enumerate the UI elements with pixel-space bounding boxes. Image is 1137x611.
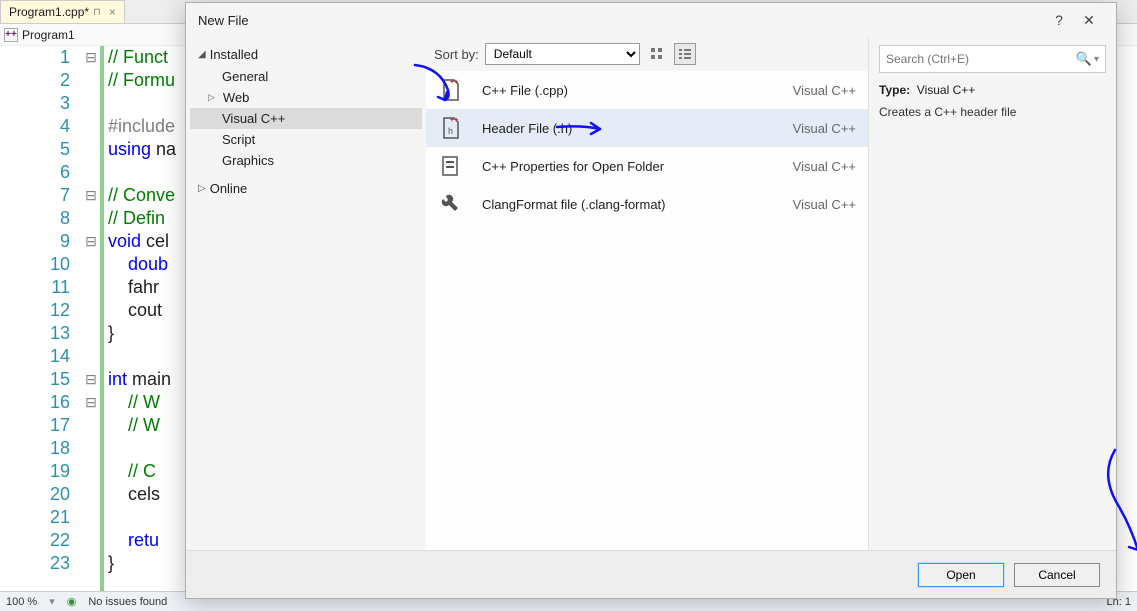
template-row-header-file[interactable]: ++h Header File (.h) Visual C++ xyxy=(426,109,868,147)
template-row-clangformat[interactable]: ClangFormat file (.clang-format) Visual … xyxy=(426,185,868,223)
search-icon[interactable]: 🔍 xyxy=(1076,51,1092,67)
svg-text:h: h xyxy=(448,126,453,136)
file-icon: ++ h xyxy=(438,115,464,141)
cancel-button[interactable]: Cancel xyxy=(1014,563,1100,587)
dialog-titlebar: New File ? ✕ xyxy=(186,3,1116,37)
wrench-icon xyxy=(438,191,464,217)
list-view-icon[interactable] xyxy=(674,43,696,65)
file-tab[interactable]: Program1.cpp* ⊓ × xyxy=(0,0,125,23)
chevron-right-icon: ▷ xyxy=(208,92,215,103)
check-icon: ◉ xyxy=(67,595,77,608)
category-tree: ◢ Installed General ▷Web Visual C++ Scri… xyxy=(186,37,426,550)
chevron-down-icon: ◢ xyxy=(198,49,206,60)
tab-label: Program1.cpp* xyxy=(9,5,89,19)
detail-type: Type: Visual C++ xyxy=(879,83,1106,97)
properties-icon xyxy=(438,153,464,179)
tree-node-installed[interactable]: ◢ Installed xyxy=(190,43,422,66)
template-panel: Sort by: Default ++ C++ File (.cpp) Visu… xyxy=(426,37,868,550)
template-row-cpp-file[interactable]: ++ C++ File (.cpp) Visual C++ xyxy=(426,71,868,109)
tree-item-general[interactable]: General xyxy=(190,66,422,87)
sortby-label: Sort by: xyxy=(434,47,479,62)
open-button[interactable]: Open xyxy=(918,563,1004,587)
help-icon[interactable]: ? xyxy=(1044,12,1074,28)
dialog-title: New File xyxy=(198,13,249,28)
svg-text:++: ++ xyxy=(450,79,458,86)
cpp-icon: ++ xyxy=(4,28,18,42)
close-icon[interactable]: × xyxy=(109,5,116,19)
search-input[interactable] xyxy=(886,52,1076,66)
new-file-dialog: New File ? ✕ ◢ Installed General ▷Web Vi… xyxy=(185,2,1117,599)
line-gutter: 1234567891011121314151617181920212223 xyxy=(0,46,82,591)
template-toolbar: Sort by: Default xyxy=(426,37,868,71)
template-list: ++ C++ File (.cpp) Visual C++ ++h Header… xyxy=(426,71,868,550)
pin-icon[interactable]: ⊓ xyxy=(93,7,101,18)
zoom-level[interactable]: 100 % xyxy=(6,596,37,608)
grid-view-icon[interactable] xyxy=(646,43,668,65)
breadcrumb-label[interactable]: Program1 xyxy=(22,28,75,42)
tree-node-online[interactable]: ▷ Online xyxy=(190,177,422,200)
svg-text:++: ++ xyxy=(450,117,458,124)
search-box[interactable]: 🔍 ▾ xyxy=(879,45,1106,73)
status-issues[interactable]: No issues found xyxy=(88,596,167,608)
tree-item-script[interactable]: Script xyxy=(190,129,422,150)
chevron-right-icon: ▷ xyxy=(198,183,206,194)
tree-item-graphics[interactable]: Graphics xyxy=(190,150,422,171)
tree-item-web[interactable]: ▷Web xyxy=(190,87,422,108)
dialog-close-icon[interactable]: ✕ xyxy=(1074,12,1104,29)
detail-description: Creates a C++ header file xyxy=(879,105,1106,119)
details-panel: 🔍 ▾ Type: Visual C++ Creates a C++ heade… xyxy=(868,37,1116,550)
file-icon: ++ xyxy=(438,77,464,103)
dialog-button-row: Open Cancel xyxy=(186,550,1116,598)
tree-item-visual-cpp[interactable]: Visual C++ xyxy=(190,108,422,129)
template-row-cpp-properties[interactable]: C++ Properties for Open Folder Visual C+… xyxy=(426,147,868,185)
sortby-select[interactable]: Default xyxy=(485,43,640,65)
fold-gutter[interactable]: ⊟⊟⊟⊟⊟ xyxy=(82,46,100,591)
